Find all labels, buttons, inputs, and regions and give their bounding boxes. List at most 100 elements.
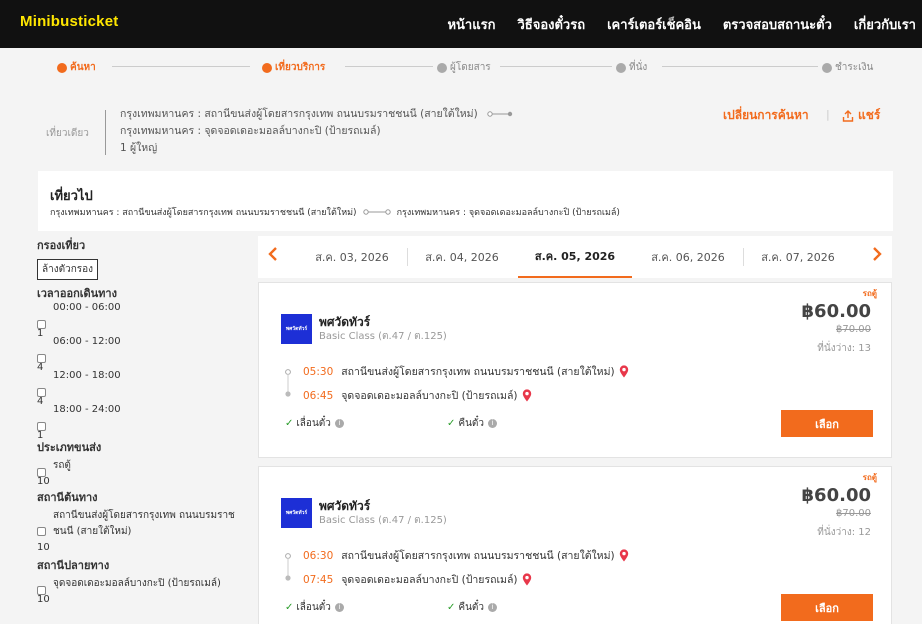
date-tab[interactable]: ส.ค. 04, 2026 (408, 236, 516, 278)
arrival-stop: 06:45 จุดจอดเดอะมอลล์บางกะปิ (ป้ายรถเมล์… (303, 387, 532, 404)
vehicle-type-badge: รถตู้ (862, 473, 877, 482)
filter-option[interactable]: 00:00 - 06:00 1 (37, 302, 237, 339)
step-connector (345, 66, 433, 67)
date-tab-active[interactable]: ส.ค. 05, 2026 (518, 236, 632, 278)
departure-time: 05:30 (303, 365, 334, 378)
nav-check-ticket-status[interactable]: ตรวจสอบสถานะตั๋ว (723, 14, 832, 35)
outbound-trip-header: เที่ยวไป กรุงเทพมหานคร : สถานีขนส่งผู้โด… (38, 171, 893, 231)
date-tab[interactable]: ส.ค. 07, 2026 (744, 236, 852, 278)
perk-reschedule: ✓ เลื่อนตั๋ว i (285, 600, 344, 615)
share-button[interactable]: แชร์ (842, 106, 880, 125)
step-dot (57, 62, 67, 73)
filter-option[interactable]: 06:00 - 12:00 4 (37, 336, 237, 373)
map-pin-icon[interactable] (522, 389, 532, 402)
outbound-destination: กรุงเทพมหานคร : จุดจอดเดอะมอลล์บางกะปิ (… (396, 208, 620, 218)
perk-refund: ✓ คืนตั๋ว i (447, 600, 498, 615)
filter-option[interactable]: รถตู้ 10 (37, 456, 237, 488)
destination-filter-title: สถานีปลายทาง (37, 559, 110, 572)
route-connector-icon (362, 209, 391, 215)
departure-filter-title: เวลาออกเดินทาง (37, 287, 117, 300)
outbound-route: กรุงเทพมหานคร : สถานีขนส่งผู้โดยสารกรุงเ… (50, 205, 620, 219)
step-payment: ชำระเงิน (822, 60, 873, 75)
nav-checkin-counter[interactable]: เคาร์เตอร์เช็คอิน (607, 14, 701, 35)
date-selector: ส.ค. 03, 2026 ส.ค. 04, 2026 ส.ค. 05, 202… (258, 236, 892, 278)
perk-reschedule: ✓ เลื่อนตั๋ว i (285, 416, 344, 431)
nav-home[interactable]: หน้าแรก (447, 14, 495, 35)
filter-option[interactable]: 18:00 - 24:00 1 (37, 404, 237, 441)
step-dot (437, 62, 447, 73)
route-timeline-icon (285, 369, 291, 397)
info-icon[interactable]: i (334, 603, 344, 612)
info-icon[interactable]: i (488, 419, 498, 428)
step-dot (822, 62, 832, 73)
summary-separator: | (826, 108, 830, 121)
trip-price: ฿60.00 (801, 485, 871, 506)
filter-title: กรองเที่ยว (37, 239, 86, 252)
select-trip-button[interactable]: เลือก (781, 594, 873, 621)
trip-price: ฿60.00 (801, 301, 871, 322)
map-pin-icon[interactable] (619, 549, 629, 562)
step-connector (662, 66, 818, 67)
check-icon: ✓ (447, 602, 456, 613)
clear-filters-button[interactable]: ล้างตัวกรอง (37, 259, 99, 280)
departure-time: 06:30 (303, 549, 334, 562)
check-icon: ✓ (285, 418, 294, 429)
service-class: Basic Class (ต.47 / ต.125) (319, 331, 447, 342)
step-connector (112, 66, 250, 67)
map-pin-icon[interactable] (522, 573, 532, 586)
summary-passengers: 1 ผู้ใหญ่ (120, 142, 158, 154)
step-dot (262, 62, 272, 73)
check-icon: ✓ (285, 602, 294, 613)
info-icon[interactable]: i (488, 603, 498, 612)
vehicle-filter: รถตู้ 10 (37, 456, 252, 488)
filter-option[interactable]: สถานีขนส่งผู้โดยสารกรุงเทพ ถนนบรมราชชนนี… (37, 506, 252, 556)
route-timeline-icon (285, 553, 291, 581)
arrival-stop: 07:45 จุดจอดเดอะมอลล์บางกะปิ (ป้ายรถเมล์… (303, 571, 532, 588)
service-class: Basic Class (ต.47 / ต.125) (319, 515, 447, 526)
info-icon[interactable]: i (334, 419, 344, 428)
filter-option[interactable]: 12:00 - 18:00 4 (37, 370, 237, 407)
step-connector (500, 66, 612, 67)
filter-option[interactable]: จุดจอดเดอะมอลล์บางกะปิ (ป้ายรถเมล์) 10 (37, 574, 252, 608)
prev-date-button[interactable] (268, 246, 278, 267)
step-seat: ที่นั่ง (616, 60, 647, 75)
operator-logo: พศวัดทัวร์ (281, 498, 312, 528)
filter-checkbox[interactable] (37, 527, 46, 536)
summary-route: กรุงเทพมหานคร : สถานีขนส่งผู้โดยสารกรุงเ… (120, 106, 513, 157)
seats-available: ที่นั่งว่าง: 13 (817, 343, 871, 354)
nav-about-us[interactable]: เกี่ยวกับเรา (854, 14, 916, 35)
route-connector-icon (487, 111, 513, 117)
check-icon: ✓ (447, 418, 456, 429)
outbound-origin: กรุงเทพมหานคร : สถานีขนส่งผู้โดยสารกรุงเ… (50, 208, 357, 218)
original-price: ฿70.00 (836, 508, 871, 519)
origin-filter-title: สถานีต้นทาง (37, 491, 98, 504)
share-icon (842, 109, 854, 122)
change-search-link[interactable]: เปลี่ยนการค้นหา (723, 106, 809, 125)
filter-panel: กรองเที่ยว ล้างตัวกรอง เวลาออกเดินทาง 00… (37, 236, 252, 608)
origin-filter: สถานีขนส่งผู้โดยสารกรุงเทพ ถนนบรมราชชนนี… (37, 506, 252, 556)
nav-how-to-book[interactable]: วิธีจองตั๋วรถ (517, 14, 585, 35)
top-nav-bar: Minibusticket หน้าแรก วิธีจองตั๋วรถ เคาร… (0, 0, 922, 48)
chevron-right-icon (873, 247, 882, 261)
site-logo[interactable]: Minibusticket (20, 13, 118, 30)
vehicle-type-badge: รถตู้ (862, 289, 877, 298)
original-price: ฿70.00 (836, 324, 871, 335)
next-date-button[interactable] (872, 246, 882, 267)
trip-card: รถตู้ พศวัดทัวร์ พศวัดทัวร์ Basic Class … (258, 466, 892, 624)
step-dot (616, 62, 626, 73)
arrival-place: จุดจอดเดอะมอลล์บางกะปิ (ป้ายรถเมล์) (341, 390, 518, 402)
departure-filter: 00:00 - 06:00 1 06:00 - 12:00 4 12:00 - … (37, 302, 252, 441)
date-tab[interactable]: ส.ค. 03, 2026 (298, 236, 406, 278)
vehicle-filter-title: ประเภทขนส่ง (37, 441, 102, 454)
trip-card: รถตู้ พศวัดทัวร์ พศวัดทัวร์ Basic Class … (258, 282, 892, 458)
step-search: ค้นหา (57, 60, 96, 75)
map-pin-icon[interactable] (619, 365, 629, 378)
date-tab[interactable]: ส.ค. 06, 2026 (634, 236, 742, 278)
summary-divider (105, 110, 106, 155)
seats-available: ที่นั่งว่าง: 12 (817, 527, 871, 538)
trip-type-label: เที่ยวเดียว (46, 128, 89, 139)
departure-place: สถานีขนส่งผู้โดยสารกรุงเทพ ถนนบรมราชชนนี… (341, 550, 615, 562)
destination-filter: จุดจอดเดอะมอลล์บางกะปิ (ป้ายรถเมล์) 10 (37, 574, 252, 608)
select-trip-button[interactable]: เลือก (781, 410, 873, 437)
arrival-time: 06:45 (303, 389, 334, 402)
